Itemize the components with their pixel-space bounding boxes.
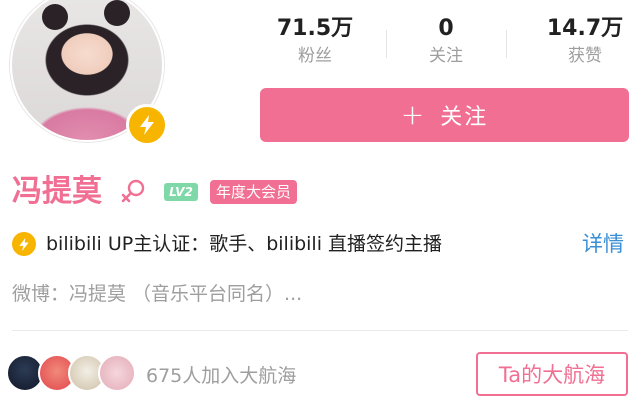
- level-badge: LV2: [164, 183, 198, 201]
- bio-text[interactable]: 微博：冯提莫 （音乐平台同名）...: [12, 280, 302, 308]
- stat-fans[interactable]: 71.5万 粉丝: [250, 16, 380, 68]
- stat-likes-label: 获赞: [568, 46, 602, 66]
- female-icon: [120, 178, 148, 212]
- follow-button[interactable]: + 关注: [260, 88, 629, 142]
- stat-divider: [506, 30, 507, 58]
- fleet-button[interactable]: Ta的大航海: [476, 352, 628, 396]
- follow-button-label: 关注: [440, 105, 489, 130]
- stat-following-value: 0: [438, 16, 454, 41]
- stat-fans-label: 粉丝: [298, 46, 332, 66]
- username: 冯提莫: [12, 174, 102, 209]
- fleet-count: 675人加入大航海: [146, 365, 297, 387]
- stat-likes-value: 14.7万: [546, 16, 624, 41]
- stat-likes[interactable]: 14.7万 获赞: [520, 16, 640, 68]
- stat-fans-value: 71.5万: [276, 16, 354, 41]
- verification-text: bilibili UP主认证：歌手、bilibili 直播签约主播: [46, 233, 443, 255]
- section-divider: [12, 330, 628, 331]
- vip-badge[interactable]: 年度大会员: [210, 180, 298, 204]
- fleet-member-avatar[interactable]: [98, 354, 136, 392]
- lightning-icon: [12, 232, 36, 256]
- stat-following-label: 关注: [429, 46, 463, 66]
- avatar-container[interactable]: [10, 0, 168, 146]
- stat-following[interactable]: 0 关注: [381, 16, 511, 68]
- detail-link[interactable]: 详情: [582, 230, 624, 258]
- verified-lightning-icon: [126, 104, 168, 146]
- plus-icon: +: [400, 98, 427, 131]
